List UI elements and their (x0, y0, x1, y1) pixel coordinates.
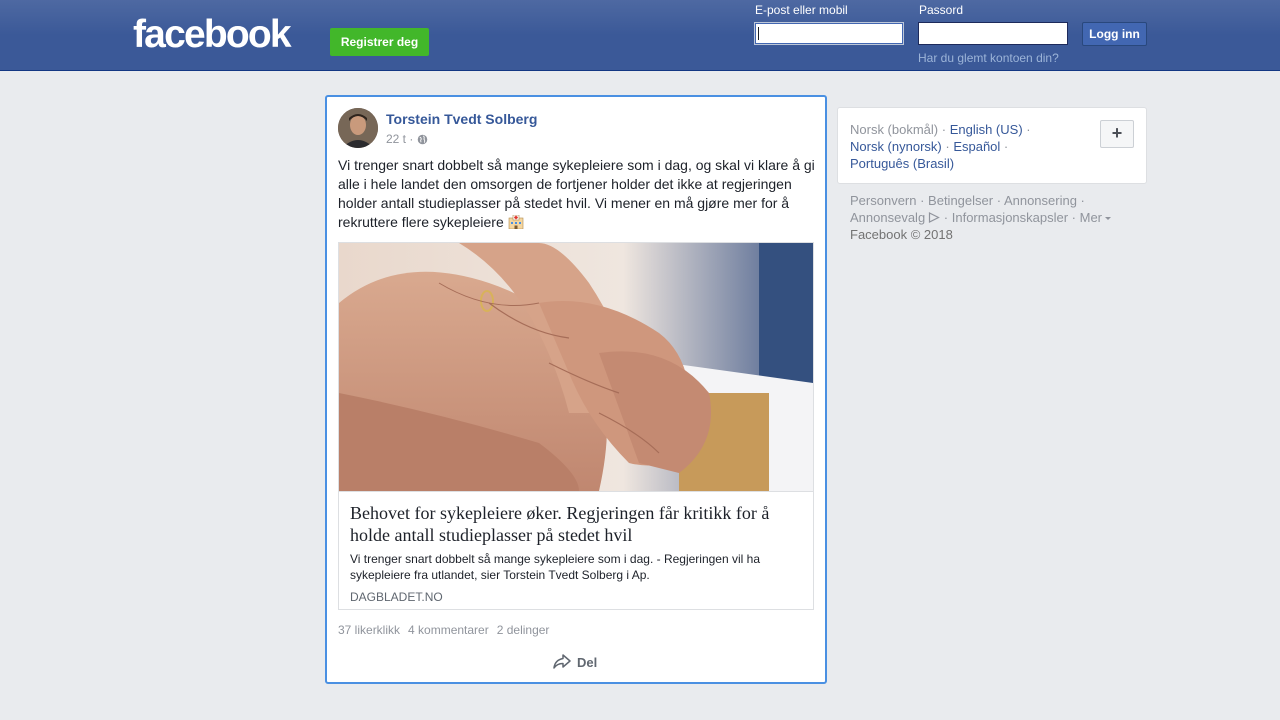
share-button[interactable]: Del (553, 654, 597, 670)
adchoices-icon[interactable] (928, 212, 941, 223)
email-label: E-post eller mobil (755, 3, 848, 17)
post-card: Torstein Tvedt Solberg 22 t · Vi trenger… (325, 95, 827, 684)
footer-adchoices-link[interactable]: Annonsevalg (850, 210, 925, 225)
link-preview-image[interactable] (339, 243, 813, 491)
share-label: Del (577, 654, 598, 670)
footer-privacy-link[interactable]: Personvern (850, 193, 916, 208)
hospital-emoji-icon (508, 215, 523, 229)
share-icon (553, 654, 571, 669)
text-caret (758, 27, 759, 40)
email-field[interactable] (754, 22, 904, 45)
comments-count[interactable]: 4 kommentarer (408, 623, 489, 637)
register-button[interactable]: Registrer deg (330, 28, 429, 56)
post-stats: 37 likerklikk 4 kommentarer 2 delinger (338, 623, 549, 637)
link-description: Vi trenger snart dobbelt så mange sykepl… (350, 552, 761, 582)
add-language-button[interactable]: + (1100, 120, 1134, 148)
language-link-espanol[interactable]: Español (953, 139, 1000, 154)
footer-more-link[interactable]: Mer (1080, 210, 1102, 225)
shared-link-card[interactable]: Behovet for sykepleiere øker. Regjeringe… (338, 242, 814, 610)
language-link-portugues[interactable]: Português (Brasil) (850, 156, 954, 171)
link-domain: DAGBLADET.NO (350, 590, 443, 604)
post-text: Vi trenger snart dobbelt så mange sykepl… (338, 157, 815, 230)
top-bar: facebook Registrer deg E-post eller mobi… (0, 0, 1280, 71)
post-text-block: Vi trenger snart dobbelt så mange sykepl… (338, 156, 816, 232)
forgot-account-link[interactable]: Har du glemt kontoen din? (918, 51, 1059, 65)
author-avatar[interactable] (338, 108, 378, 148)
link-preview-body[interactable]: Behovet for sykepleiere øker. Regjeringe… (339, 491, 813, 609)
post-meta: 22 t · (386, 132, 428, 146)
password-field[interactable] (918, 22, 1068, 45)
link-title[interactable]: Behovet for sykepleiere øker. Regjeringe… (350, 502, 790, 546)
language-selector-box: Norsk (bokmål) · English (US) · Norsk (n… (837, 107, 1147, 184)
language-list: Norsk (bokmål) · English (US) · Norsk (n… (850, 122, 1031, 171)
post-timestamp[interactable]: 22 t · (386, 132, 413, 146)
globe-icon[interactable] (417, 134, 428, 145)
login-button[interactable]: Logg inn (1082, 22, 1147, 46)
chevron-down-icon[interactable] (1105, 217, 1112, 220)
language-link-nynorsk[interactable]: Norsk (nynorsk) (850, 139, 942, 154)
shares-count[interactable]: 2 delinger (497, 623, 550, 637)
footer-cookies-link[interactable]: Informasjonskapsler (952, 210, 1068, 225)
post-author-name[interactable]: Torstein Tvedt Solberg (386, 111, 537, 127)
footer-terms-link[interactable]: Betingelser (928, 193, 993, 208)
likes-count[interactable]: 37 likerklikk (338, 623, 400, 637)
password-label: Passord (919, 3, 964, 17)
copyright-text: Facebook © 2018 (850, 227, 953, 242)
footer-links: Personvern · Betingelser · Annonsering ·… (850, 192, 1130, 243)
language-link-english[interactable]: English (US) (950, 122, 1023, 137)
footer-advertising-link[interactable]: Annonsering (1004, 193, 1077, 208)
current-language: Norsk (bokmål) (850, 122, 939, 137)
facebook-logo[interactable]: facebook (133, 14, 292, 56)
